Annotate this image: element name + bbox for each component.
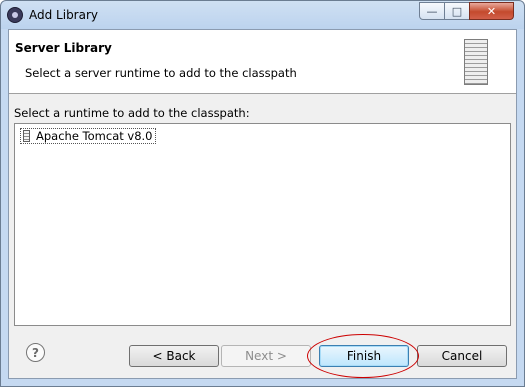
server-icon (464, 39, 488, 85)
title-bar[interactable]: Add Library — □ ✕ (1, 1, 524, 29)
help-button[interactable]: ? (26, 343, 45, 362)
back-button[interactable]: < Back (129, 345, 219, 367)
server-runtime-icon (23, 130, 30, 142)
list-item-apache-tomcat[interactable]: Apache Tomcat v8.0 (20, 128, 156, 144)
cancel-button[interactable]: Cancel (417, 345, 507, 367)
finish-button[interactable]: Finish (319, 345, 409, 367)
runtime-list[interactable]: Apache Tomcat v8.0 (14, 123, 511, 326)
list-item-label: Apache Tomcat v8.0 (36, 129, 153, 143)
window-title: Add Library (29, 8, 99, 22)
dialog-client-area: Server Library Select a server runtime t… (8, 29, 517, 379)
page-description: Select a server runtime to add to the cl… (25, 66, 297, 80)
close-button[interactable]: ✕ (469, 2, 514, 20)
next-button[interactable]: Next > (221, 345, 311, 367)
wizard-header: Server Library Select a server runtime t… (9, 30, 516, 94)
add-library-dialog: Add Library — □ ✕ Server Library Select … (0, 0, 525, 387)
eclipse-icon (7, 7, 23, 23)
maximize-button[interactable]: □ (444, 2, 470, 20)
page-title: Server Library (15, 41, 112, 55)
runtime-list-label: Select a runtime to add to the classpath… (14, 106, 250, 120)
minimize-button[interactable]: — (419, 2, 445, 20)
